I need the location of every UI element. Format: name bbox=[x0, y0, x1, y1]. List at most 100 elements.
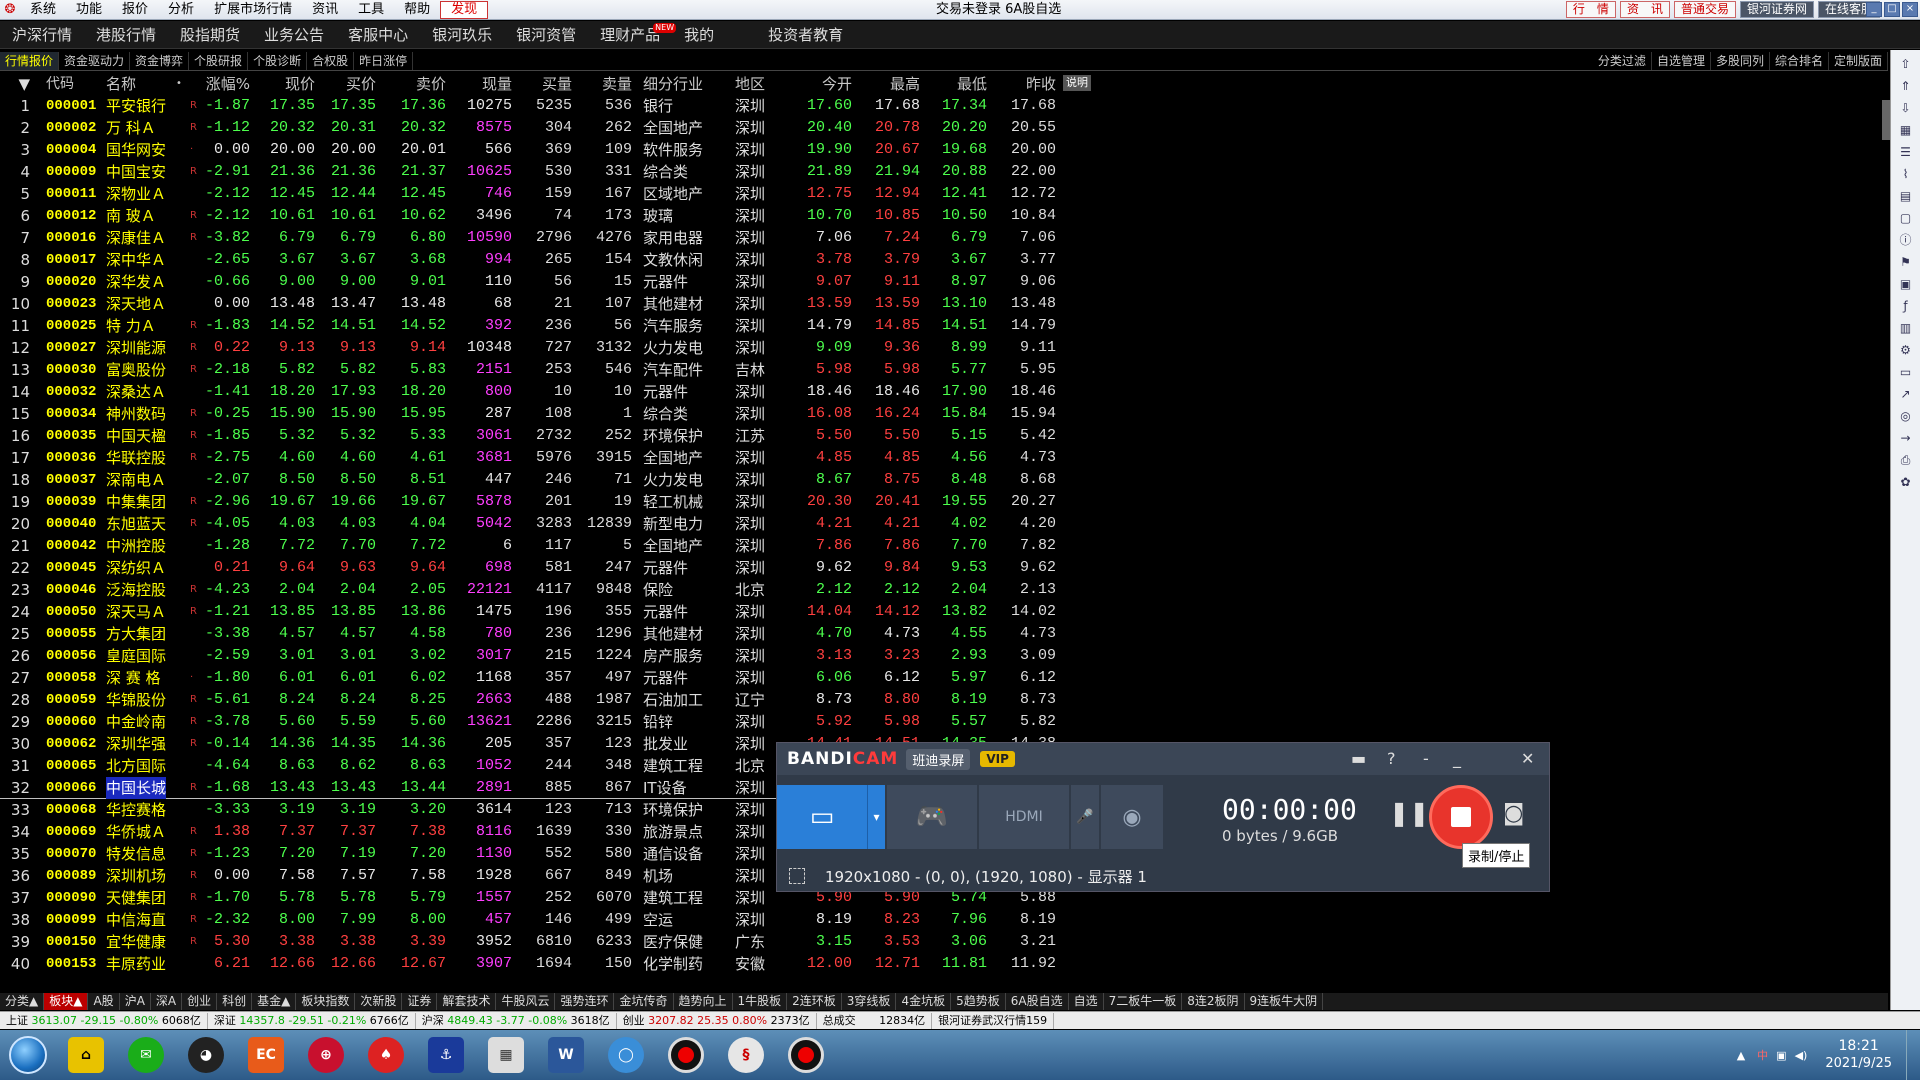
taskbar-app-5[interactable]: ⊕ bbox=[296, 1031, 356, 1079]
close-icon[interactable]: × bbox=[1902, 2, 1918, 17]
nav-shsz[interactable]: 沪深行情 bbox=[0, 21, 84, 49]
minimize-icon[interactable]: _ bbox=[1866, 2, 1882, 17]
col-bv[interactable]: 买量 bbox=[524, 73, 572, 95]
taskbar-app-4[interactable]: EC bbox=[236, 1031, 296, 1079]
game-mode-button[interactable]: 🎮 bbox=[887, 785, 977, 849]
nav-futures[interactable]: 股指期货 bbox=[168, 21, 252, 49]
dash-icon[interactable]: - bbox=[1423, 749, 1429, 768]
block-tab[interactable]: 解套技术 bbox=[437, 993, 497, 1010]
block-tab[interactable]: 7二板牛一板 bbox=[1104, 993, 1183, 1010]
record-stop-button[interactable] bbox=[1429, 785, 1493, 849]
table-row[interactable]: 20 000040 东旭蓝天 R -4.05 4.03 4.03 4.04 5042 3283 12… bbox=[0, 513, 1080, 535]
table-row[interactable]: 7 000016 深康佳Ａ R -3.82 6.79 6.79 6.80 10590 2796 42… bbox=[0, 227, 1080, 249]
table-row[interactable]: 11 000025 特 力Ａ R -1.83 14.52 14.51 14.52 392 236 5… bbox=[0, 315, 1080, 337]
trade-button[interactable]: 普通交易 bbox=[1673, 1, 1736, 18]
table-row[interactable]: 17 000036 华联控股 R -2.75 4.60 4.60 4.61 3681 5976 39… bbox=[0, 447, 1080, 469]
col-buy[interactable]: 买价 bbox=[322, 73, 376, 95]
folder-icon[interactable]: ▭ bbox=[1897, 364, 1915, 380]
table-row[interactable]: 1 000001 平安银行 R -1.87 17.35 17.35 17.36 10275 523… bbox=[0, 95, 1080, 117]
kline-icon[interactable]: ⌇ bbox=[1897, 166, 1915, 182]
menu-function[interactable]: 功能 bbox=[66, 0, 112, 20]
menu-news[interactable]: 资讯 bbox=[302, 0, 348, 20]
block-tab[interactable]: 创业 bbox=[182, 993, 218, 1010]
nav-hk[interactable]: 港股行情 bbox=[84, 21, 168, 49]
network-icon[interactable]: ▣ bbox=[1772, 1049, 1790, 1062]
table-row[interactable]: 22 000045 深纺织Ａ 0.21 9.64 9.63 9.64 698 581 247 元器件… bbox=[0, 557, 1080, 579]
news-button[interactable]: 资 讯 bbox=[1619, 1, 1670, 18]
taskbar-app-3[interactable]: ◕ bbox=[176, 1031, 236, 1079]
block-tab[interactable]: 板块▲ bbox=[44, 993, 89, 1010]
tab-rights[interactable]: 合权股 bbox=[307, 51, 355, 70]
taskbar-app-11[interactable] bbox=[656, 1031, 716, 1079]
nav-notice[interactable]: 业务公告 bbox=[252, 21, 336, 49]
block-tab[interactable]: 2连环板 bbox=[787, 993, 842, 1010]
quote-button[interactable]: 行 情 bbox=[1565, 1, 1616, 18]
tab-fund-game[interactable]: 资金博弈 bbox=[130, 51, 190, 70]
table-row[interactable]: 9 000020 深华发Ａ -0.66 9.00 9.00 9.01 110 56 15 元器件 深圳… bbox=[0, 271, 1080, 293]
block-tab[interactable]: 证券 bbox=[402, 993, 438, 1010]
pause-icon[interactable]: ❚❚ bbox=[1389, 799, 1429, 827]
tab-limit-up[interactable]: 昨日涨停 bbox=[354, 51, 414, 70]
block-tab[interactable]: 科创 bbox=[217, 993, 253, 1010]
up-arrow-icon[interactable]: ⇧ bbox=[1897, 56, 1915, 72]
help-icon[interactable]: ? bbox=[1387, 749, 1396, 768]
show-desktop-button[interactable] bbox=[1906, 1030, 1920, 1080]
export-icon[interactable]: ↗ bbox=[1897, 386, 1915, 402]
table-row[interactable]: 10 000023 深天地Ａ 0.00 13.48 13.47 13.48 68 21 107 其他… bbox=[0, 293, 1080, 315]
menu-analysis[interactable]: 分析 bbox=[158, 0, 204, 20]
volume-icon[interactable]: ◀) bbox=[1791, 1049, 1812, 1062]
tab-fund-drive[interactable]: 资金驱动力 bbox=[59, 51, 131, 70]
gear-icon[interactable]: ⚙ bbox=[1897, 342, 1915, 358]
info-icon[interactable]: ⓘ bbox=[1897, 232, 1915, 248]
tab-watchlist[interactable]: 自选管理 bbox=[1652, 51, 1711, 70]
block-tab[interactable]: 分类▲ bbox=[0, 993, 45, 1010]
taskbar-app-8[interactable]: ▦ bbox=[476, 1031, 536, 1079]
tab-filter[interactable]: 分类过滤 bbox=[1593, 51, 1652, 70]
table-row[interactable]: 29 000060 中金岭南 R -3.78 5.60 5.59 5.60 13621 2286 3… bbox=[0, 711, 1080, 733]
close-icon[interactable]: ✕ bbox=[1521, 749, 1534, 768]
tray-up-icon[interactable]: ▲ bbox=[1729, 1049, 1753, 1062]
table-row[interactable]: 40 000153 丰原药业 6.21 12.66 12.66 12.67 3907 1694 1… bbox=[0, 953, 1080, 975]
block-tab[interactable]: 沪A bbox=[120, 993, 151, 1010]
block-tab[interactable]: 5趋势板 bbox=[951, 993, 1006, 1010]
tab-quote[interactable]: 行情报价 bbox=[0, 51, 60, 70]
block-tab[interactable]: 3穿线板 bbox=[842, 993, 897, 1010]
minimize-icon[interactable]: _ bbox=[1453, 749, 1461, 768]
block-tab[interactable]: 板块指数 bbox=[296, 993, 356, 1010]
col-open[interactable]: 今开 bbox=[800, 73, 852, 95]
printer-icon[interactable]: ⎙ bbox=[1897, 452, 1915, 468]
block-tab[interactable]: 9连板牛大阴 bbox=[1245, 993, 1324, 1010]
table-row[interactable]: 14 000032 深桑达Ａ -1.41 18.20 17.93 18.20 800 10 10 元… bbox=[0, 381, 1080, 403]
menu-ext-market[interactable]: 扩展市场行情 bbox=[204, 0, 302, 20]
taskbar-app-9[interactable]: W bbox=[536, 1031, 596, 1079]
screen-mode-dropdown[interactable]: ▾ bbox=[867, 785, 885, 849]
start-button[interactable] bbox=[0, 1031, 56, 1079]
cy-index[interactable]: 创业 3207.82 25.35 0.80% 2373亿 bbox=[617, 1012, 817, 1029]
sh-index[interactable]: 上证 3613.07 -29.15 -0.80% 6068亿 bbox=[0, 1012, 208, 1029]
block-tab[interactable]: 自选 bbox=[1069, 993, 1104, 1010]
table-row[interactable]: 21 000042 中洲控股 -1.28 7.72 7.70 7.72 6 117 5 全国地产 深圳… bbox=[0, 535, 1080, 557]
nav-service[interactable]: 客服中心 bbox=[336, 21, 420, 49]
col-code[interactable]: 代码 bbox=[46, 73, 74, 95]
mouse-mic-toggle[interactable]: 🎤 bbox=[1071, 785, 1099, 849]
block-tab[interactable]: 8连2板阴 bbox=[1182, 993, 1245, 1010]
block-tab[interactable]: 金坑传奇 bbox=[614, 993, 674, 1010]
down-arrow-icon[interactable]: ⇩ bbox=[1897, 100, 1915, 116]
screenshot-camera-icon[interactable]: ◙ bbox=[1503, 801, 1524, 826]
nav-wealth[interactable]: 理财产品 NEW bbox=[588, 21, 677, 49]
screen-mode-button[interactable]: ▭ bbox=[777, 785, 867, 849]
chart-icon[interactable]: ▤ bbox=[1897, 188, 1915, 204]
table-row[interactable]: 6 000012 南 玻Ａ R -2.12 10.61 10.61 10.62 3496 74 17… bbox=[0, 205, 1080, 227]
table-row[interactable]: 27 000058 深 赛 格 · -1.80 6.01 6.01 6.02 1168 357 49… bbox=[0, 667, 1080, 689]
tab-diagnosis[interactable]: 个股诊断 bbox=[248, 51, 308, 70]
table-row[interactable]: 3 000004 国华网安 · 0.00 20.00 20.00 20.01 566 369 109… bbox=[0, 139, 1080, 161]
table-row[interactable]: 4 000009 中国宝安 R -2.91 21.36 21.36 21.37 10625 530… bbox=[0, 161, 1080, 183]
table-row[interactable]: 18 000037 深南电Ａ -2.07 8.50 8.50 8.51 447 246 71 火力发… bbox=[0, 469, 1080, 491]
col-vol[interactable]: 现量 bbox=[456, 73, 512, 95]
table-row[interactable]: 25 000055 方大集团 -3.38 4.57 4.57 4.58 780 236 1296 其… bbox=[0, 623, 1080, 645]
calendar-icon[interactable]: ▥ bbox=[1897, 320, 1915, 336]
menu-tools[interactable]: 工具 bbox=[348, 0, 394, 20]
table-row[interactable]: 26 000056 皇庭国际 -2.59 3.01 3.01 3.02 3017 215 1224… bbox=[0, 645, 1080, 667]
table-row[interactable]: 2 000002 万 科Ａ R -1.12 20.32 20.31 20.32 8575 304 2… bbox=[0, 117, 1080, 139]
col-price[interactable]: 现价 bbox=[265, 73, 315, 95]
